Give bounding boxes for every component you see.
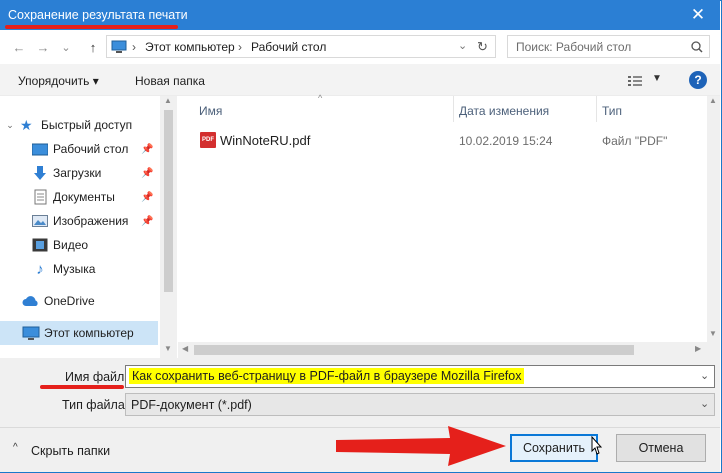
sidebar-item-label: OneDrive: [44, 294, 95, 308]
chevron-down-icon[interactable]: ⌄: [700, 397, 709, 410]
column-header-date[interactable]: Дата изменения: [459, 104, 549, 118]
sidebar-item-music[interactable]: ♪ Музыка: [0, 257, 158, 281]
pin-icon[interactable]: 📌: [141, 144, 153, 155]
address-bar[interactable]: › Этот компьютер › Рабочий стол ⌄ ↻: [106, 35, 496, 58]
filetype-value: PDF-документ (*.pdf): [131, 398, 252, 412]
sidebar-item-label: Видео: [53, 238, 89, 252]
chevron-up-icon[interactable]: ^: [13, 442, 18, 453]
filename-field[interactable]: Как сохранить веб-страницу в PDF-файл в …: [125, 365, 715, 388]
cloud-icon: [22, 296, 38, 306]
sidebar-item-label: Музыка: [53, 262, 96, 276]
up-button[interactable]: ↑: [82, 36, 104, 58]
sidebar-item-this-pc[interactable]: Этот компьютер: [0, 321, 158, 345]
file-type: Файл "PDF": [602, 134, 668, 148]
scrollbar-thumb[interactable]: [194, 345, 634, 355]
new-folder-button[interactable]: Новая папка: [135, 74, 205, 88]
sidebar-item-documents[interactable]: Документы 📌: [0, 185, 158, 209]
search-box[interactable]: Поиск: Рабочий стол: [507, 35, 710, 58]
chevron-down-icon[interactable]: ⌄: [0, 120, 20, 131]
scroll-up-arrow-icon[interactable]: ▲: [164, 96, 172, 105]
breadcrumb-separator: ›: [238, 40, 242, 54]
sidebar-item-label: Документы: [53, 190, 115, 204]
music-icon: ♪: [36, 260, 44, 278]
title-bar[interactable]: Сохранение результата печати ✕: [0, 0, 720, 30]
scroll-left-arrow-icon[interactable]: ◀: [182, 344, 188, 353]
pictures-icon: [32, 215, 48, 227]
computer-icon: [22, 326, 40, 340]
pdf-file-icon: PDF: [200, 132, 216, 148]
column-header-type[interactable]: Тип: [602, 104, 622, 118]
filename-input[interactable]: Как сохранить веб-страницу в PDF-файл в …: [129, 368, 525, 384]
sidebar-item-quick-access[interactable]: ⌄ ★ Быстрый доступ: [0, 113, 158, 137]
file-list-horizontal-scrollbar[interactable]: ◀ ▶: [178, 342, 707, 358]
scroll-right-arrow-icon[interactable]: ▶: [695, 344, 701, 353]
chevron-down-icon[interactable]: ⌄: [700, 369, 709, 382]
red-annotation-underline: [40, 385, 124, 389]
organize-menu-button[interactable]: Упорядочить ▾: [18, 74, 99, 88]
sidebar-item-video[interactable]: Видео: [0, 233, 158, 257]
file-name: WinNoteRU.pdf: [220, 133, 311, 148]
breadcrumb-this-pc[interactable]: Этот компьютер: [145, 40, 235, 54]
sidebar-item-downloads[interactable]: Загрузки 📌: [0, 161, 158, 185]
documents-icon: [34, 189, 47, 205]
red-annotation-underline: [5, 25, 178, 29]
breadcrumb-separator: ›: [132, 40, 136, 54]
file-list-vertical-scrollbar[interactable]: ▲ ▼: [707, 96, 720, 358]
help-button[interactable]: ?: [689, 71, 707, 89]
save-button[interactable]: Сохранить: [510, 434, 598, 462]
breadcrumb-desktop[interactable]: Рабочий стол: [251, 40, 326, 54]
details-view-icon: [628, 76, 642, 86]
search-icon: [691, 41, 703, 53]
file-date: 10.02.2019 15:24: [459, 134, 553, 148]
red-annotation-arrow: [336, 426, 506, 466]
search-input[interactable]: Поиск: Рабочий стол: [516, 40, 631, 54]
table-row[interactable]: PDF WinNoteRU.pdf 10.02.2019 15:24 Файл …: [196, 129, 701, 151]
save-options-panel: Имя файла: Как сохранить веб-страницу в …: [0, 358, 720, 472]
close-button[interactable]: ✕: [676, 0, 720, 30]
address-dropdown-icon[interactable]: ⌄: [458, 39, 467, 52]
pin-icon[interactable]: 📌: [141, 192, 153, 203]
back-button[interactable]: ←: [8, 36, 30, 58]
file-list: Имя ^ Дата изменения Тип PDF WinNoteRU.p…: [178, 93, 708, 358]
column-header-name[interactable]: Имя: [199, 104, 222, 118]
hide-folders-button[interactable]: Скрыть папки: [31, 444, 110, 458]
star-icon: ★: [20, 116, 33, 133]
forward-button[interactable]: →: [32, 36, 54, 58]
navigation-pane: ⌄ ★ Быстрый доступ Рабочий стол 📌 Загруз…: [0, 96, 160, 358]
command-bar: Упорядочить ▾ Новая папка ▼ ?: [0, 64, 720, 96]
scrollbar-thumb[interactable]: [164, 110, 173, 292]
computer-icon: [111, 40, 127, 53]
video-icon: [32, 238, 48, 252]
sidebar-item-label: Загрузки: [53, 166, 102, 180]
sidebar-item-label: Изображения: [53, 214, 129, 228]
filetype-select[interactable]: PDF-документ (*.pdf) ⌄: [125, 393, 715, 416]
sidebar-item-label: Рабочий стол: [53, 142, 129, 156]
navigation-bar: ← → ⌄ ↑ › Этот компьютер › Рабочий стол …: [0, 30, 720, 64]
column-divider[interactable]: [453, 96, 454, 122]
sidebar-item-label: Быстрый доступ: [41, 118, 133, 132]
recent-locations-button[interactable]: ⌄: [58, 36, 74, 58]
cancel-button[interactable]: Отмена: [616, 434, 706, 462]
sort-ascending-icon: ^: [318, 93, 323, 103]
desktop-folder-icon: [32, 143, 48, 155]
refresh-icon[interactable]: ↻: [477, 39, 488, 55]
pin-icon[interactable]: 📌: [141, 168, 153, 179]
sidebar-item-pictures[interactable]: Изображения 📌: [0, 209, 158, 233]
scroll-down-arrow-icon[interactable]: ▼: [164, 344, 172, 353]
filetype-label: Тип файла:: [62, 398, 129, 412]
pin-icon[interactable]: 📌: [141, 216, 153, 227]
sidebar-item-onedrive[interactable]: OneDrive: [0, 289, 158, 313]
view-options-button[interactable]: ▼: [627, 73, 663, 88]
sidebar-item-label: Этот компьютер: [44, 326, 134, 340]
download-icon: [34, 166, 46, 180]
navigation-pane-scrollbar[interactable]: ▲ ▼: [160, 96, 177, 358]
mouse-cursor-icon: [591, 436, 602, 455]
scroll-up-arrow-icon[interactable]: ▲: [709, 96, 717, 105]
scroll-down-arrow-icon[interactable]: ▼: [709, 329, 717, 338]
column-headers: Имя ^ Дата изменения Тип: [178, 93, 707, 122]
sidebar-item-desktop[interactable]: Рабочий стол 📌: [0, 137, 158, 161]
window-title: Сохранение результата печати: [8, 8, 188, 22]
column-divider[interactable]: [596, 96, 597, 122]
chevron-down-icon: ▼: [652, 73, 662, 84]
